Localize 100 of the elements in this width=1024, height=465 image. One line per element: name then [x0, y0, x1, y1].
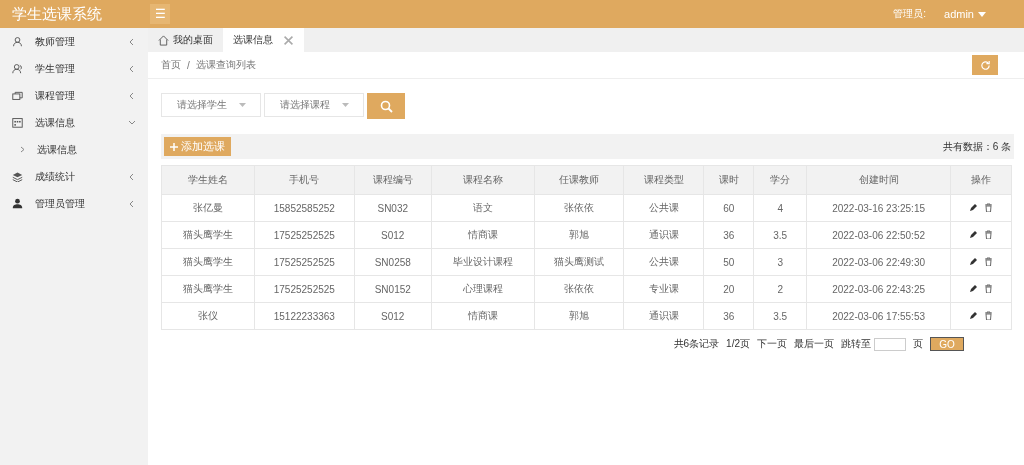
table-cell: 3.5	[753, 302, 807, 330]
chevron-left-icon	[128, 91, 136, 100]
table-cell: 心理课程	[431, 275, 535, 303]
column-header: 操作	[950, 165, 1012, 195]
last-page-link[interactable]: 最后一页	[794, 337, 834, 351]
chevron-down-icon	[128, 118, 136, 127]
delete-icon[interactable]	[984, 256, 993, 266]
table-cell: 50	[703, 248, 754, 276]
column-header: 手机号	[254, 165, 355, 195]
table-cell: 情商课	[431, 221, 535, 249]
breadcrumb-link[interactable]: 首页	[161, 58, 181, 72]
table-cell: 20	[703, 275, 754, 303]
table-cell: 毕业设计课程	[431, 248, 535, 276]
chevron-left-icon	[128, 172, 136, 181]
table-cell: S012	[354, 302, 432, 330]
sidebar-item[interactable]: 管理员管理	[0, 190, 148, 217]
edit-icon[interactable]	[969, 256, 978, 266]
tab[interactable]: 选课信息	[223, 28, 304, 52]
calendar-icon	[12, 117, 23, 128]
edit-icon[interactable]	[969, 229, 978, 239]
user-label: 管理员:	[893, 7, 927, 21]
table-cell: 3.5	[753, 221, 807, 249]
table-cell: 郭旭	[534, 221, 624, 249]
table-cell: 2022-03-06 17:55:53	[806, 302, 951, 330]
chevron-left-icon	[128, 64, 136, 73]
plus-icon	[170, 142, 178, 151]
caret-icon	[341, 103, 349, 107]
sidebar-item[interactable]: 选课信息	[0, 109, 148, 136]
table-cell: 猫头鹰学生	[161, 275, 255, 303]
search-icon	[379, 99, 393, 113]
record-summary: 共6条记录	[673, 337, 720, 351]
column-header: 创建时间	[806, 165, 951, 195]
table-cell: 17525252525	[254, 275, 355, 303]
table-cell: 60	[703, 194, 754, 222]
column-header: 课程名称	[431, 165, 535, 195]
sidebar-item[interactable]: 教师管理	[0, 28, 148, 55]
person-icon	[12, 36, 23, 47]
sidebar-item[interactable]: 学生管理	[0, 55, 148, 82]
tab[interactable]: 我的桌面	[148, 28, 223, 52]
edit-icon[interactable]	[969, 202, 978, 212]
column-header: 课程类型	[623, 165, 704, 195]
caret-icon	[238, 103, 246, 107]
table-cell: 2022-03-06 22:50:52	[806, 221, 951, 249]
home-icon	[158, 34, 169, 46]
table-cell: 情商课	[431, 302, 535, 330]
table-cell: 2	[753, 275, 807, 303]
table-cell: 2022-03-16 23:25:15	[806, 194, 951, 222]
delete-icon[interactable]	[984, 283, 993, 293]
table-cell: S012	[354, 221, 432, 249]
table-cell: 专业课	[623, 275, 704, 303]
breadcrumb-separator: /	[187, 59, 190, 71]
select-field[interactable]: 请选择学生	[161, 93, 261, 117]
column-header: 任课教师	[534, 165, 624, 195]
column-header: 学分	[753, 165, 807, 195]
table-cell: 公共课	[623, 248, 704, 276]
close-icon[interactable]	[283, 34, 294, 46]
table-cell: 猫头鹰学生	[161, 248, 255, 276]
delete-icon[interactable]	[984, 202, 993, 212]
stacked-cards-icon	[12, 90, 23, 101]
table-cell: 张依依	[534, 194, 624, 222]
delete-icon[interactable]	[984, 310, 993, 320]
caret-icon	[978, 11, 986, 17]
select-field[interactable]: 请选择课程	[264, 93, 364, 117]
sidebar-subitem[interactable]: 选课信息	[0, 136, 148, 163]
total-count: 共有数据：6 条	[942, 139, 1011, 154]
page-input[interactable]	[874, 337, 906, 351]
table-cell: 张依依	[534, 275, 624, 303]
table-cell: 公共课	[623, 194, 704, 222]
app-title: 学生选课系统	[11, 4, 103, 24]
edit-icon[interactable]	[969, 283, 978, 293]
table-cell: 15122233363	[254, 302, 355, 330]
sidebar-item[interactable]: 成绩统计	[0, 163, 148, 190]
table-cell: 15852585252	[254, 194, 355, 222]
table-cell: 猫头鹰测试	[534, 248, 624, 276]
table-cell: 郭旭	[534, 302, 624, 330]
chevron-left-icon	[128, 37, 136, 46]
layers-icon	[12, 171, 23, 182]
table-cell: 17525252525	[254, 221, 355, 249]
table-cell: 语文	[431, 194, 535, 222]
column-header: 学生姓名	[161, 165, 255, 195]
table-cell: 36	[703, 302, 754, 330]
page-indicator: 1/2页	[726, 337, 750, 351]
table-cell: SN032	[354, 194, 432, 222]
column-header: 课时	[703, 165, 754, 195]
table-cell: 2022-03-06 22:49:30	[806, 248, 951, 276]
table-cell: 张亿曼	[161, 194, 255, 222]
chevron-left-icon	[128, 199, 136, 208]
people-icon	[12, 63, 23, 74]
breadcrumb-link[interactable]: 选课查询列表	[195, 58, 256, 72]
user-icon	[12, 198, 23, 209]
table-cell: 通识课	[623, 221, 704, 249]
next-page-link[interactable]: 下一页	[757, 337, 787, 351]
edit-icon[interactable]	[969, 310, 978, 320]
table-cell: 通识课	[623, 302, 704, 330]
sidebar-item[interactable]: 课程管理	[0, 82, 148, 109]
table-cell: SN0258	[354, 248, 432, 276]
table-cell: 猫头鹰学生	[161, 221, 255, 249]
table-cell: 4	[753, 194, 807, 222]
delete-icon[interactable]	[984, 229, 993, 239]
table-cell: 张仪	[161, 302, 255, 330]
